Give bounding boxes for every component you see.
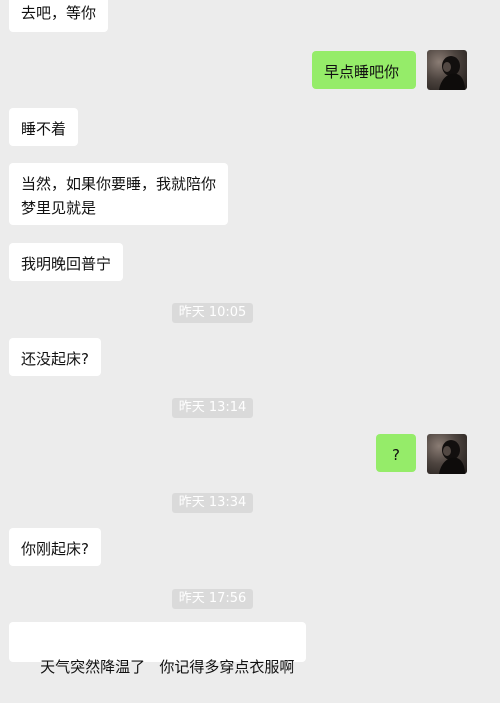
chat-window: 去吧，等你 早点睡吧你 睡不着 当然，如果你要睡，我就陪你 梦里见就是 我明晚回… (0, 0, 500, 676)
message-incoming[interactable]: 我明晚回普宁 (9, 243, 124, 281)
message-text: 当然，如果你要睡，我就陪你 (21, 175, 217, 193)
message-text: 去吧，等你 (21, 4, 97, 22)
message-text: 睡不着 (21, 120, 67, 138)
message-text: 梦里见就是 (21, 199, 97, 217)
avatar[interactable] (427, 434, 467, 474)
message-outgoing[interactable]: ? (376, 434, 416, 472)
message-incoming[interactable]: 天气突然降温了 你记得多穿点衣服啊 (9, 622, 307, 676)
message-incoming[interactable]: 睡不着 (9, 108, 79, 146)
message-text: 我明晚回普宁 (21, 255, 112, 273)
message-text: 你刚起床? (21, 540, 89, 558)
message-incoming[interactable]: 去吧，等你 (9, 0, 109, 32)
message-incoming[interactable]: 当然，如果你要睡，我就陪你 梦里见就是 (9, 163, 229, 225)
timestamp: 昨天 13:14 (172, 398, 253, 418)
avatar[interactable] (427, 50, 467, 90)
message-text: 天气突然降温了 你记得多穿点衣服啊 (40, 658, 295, 676)
message-incoming[interactable]: 你刚起床? (9, 528, 101, 566)
message-outgoing[interactable]: 早点睡吧你 (312, 51, 416, 89)
message-incoming[interactable]: 还没起床? (9, 338, 101, 376)
message-text: ? (392, 446, 400, 464)
timestamp: 昨天 17:56 (172, 589, 253, 609)
message-text: 还没起床? (21, 350, 89, 368)
timestamp: 昨天 10:05 (172, 303, 253, 323)
message-text: 早点睡吧你 (324, 63, 400, 81)
timestamp: 昨天 13:34 (172, 493, 253, 513)
